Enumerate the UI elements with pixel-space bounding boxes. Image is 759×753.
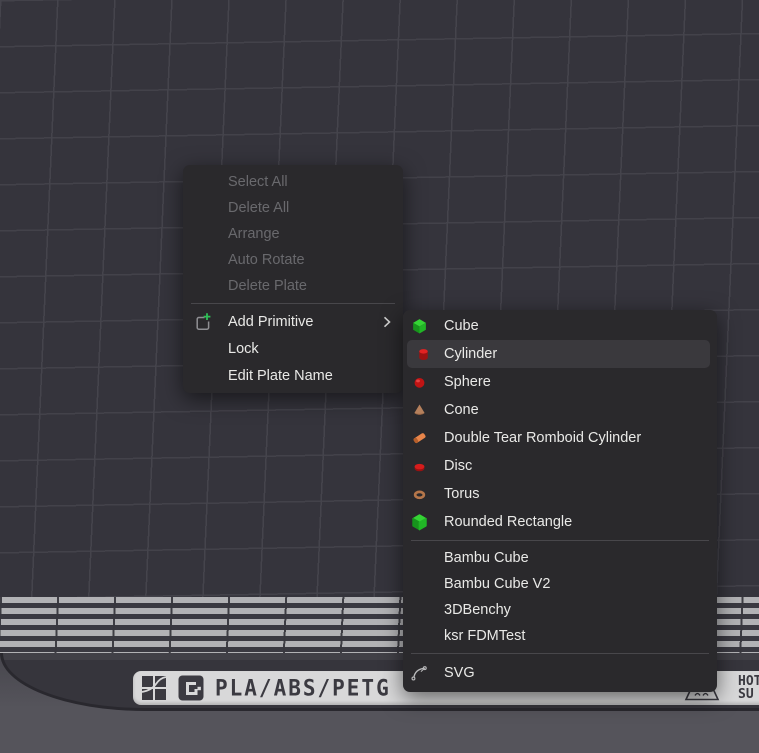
submenu-item-svg[interactable]: SVG <box>403 658 717 688</box>
menu-item-lock[interactable]: Lock <box>183 335 403 362</box>
torus-icon <box>411 486 428 503</box>
plate-g-badge-icon <box>178 675 204 701</box>
plate-context-menu: Select All Delete All Arrange Auto Rotat… <box>183 165 403 393</box>
submenu-item-rounded-rectangle[interactable]: Rounded Rectangle <box>403 508 717 536</box>
menu-item-delete-plate[interactable]: Delete Plate <box>183 273 403 299</box>
menu-item-auto-rotate[interactable]: Auto Rotate <box>183 247 403 273</box>
submenu-item-cylinder[interactable]: Cylinder <box>407 340 710 368</box>
submenu-item-torus[interactable]: Torus <box>403 480 717 508</box>
menu-item-edit-plate-name[interactable]: Edit Plate Name <box>183 362 403 389</box>
cube-icon <box>411 318 428 335</box>
sphere-icon <box>411 374 428 391</box>
submenu-item-cone[interactable]: Cone <box>403 396 717 424</box>
menu-separator <box>191 303 395 304</box>
submenu-item-bambu-cube-v2[interactable]: Bambu Cube V2 <box>403 571 717 597</box>
romboid-cylinder-icon <box>411 430 428 447</box>
submenu-item-sphere[interactable]: Sphere <box>403 368 717 396</box>
hot-surface-warning-text: HOT SU <box>738 675 759 701</box>
bambu-logo-icon <box>141 675 167 701</box>
menu-item-add-primitive[interactable]: Add Primitive <box>183 308 403 335</box>
cylinder-icon <box>415 346 432 363</box>
menu-item-select-all[interactable]: Select All <box>183 169 403 195</box>
submenu-separator <box>411 653 709 654</box>
svg-curve-icon <box>411 665 428 682</box>
submenu-item-3dbenchy[interactable]: 3DBenchy <box>403 597 717 623</box>
add-primitive-submenu: Cube Cylinder Sphere <box>403 310 717 692</box>
submenu-chevron-icon <box>383 315 391 328</box>
plate-name-label: PLA/ABS/PETG <box>215 676 391 701</box>
menu-item-arrange[interactable]: Arrange <box>183 221 403 247</box>
submenu-item-bambu-cube[interactable]: Bambu Cube <box>403 545 717 571</box>
disc-icon <box>411 458 428 475</box>
add-primitive-icon <box>192 312 212 332</box>
slicer-3d-viewport[interactable]: PLA/ABS/PETG HOT SU Select All Delete Al… <box>0 0 759 753</box>
submenu-item-double-tear-romboid-cylinder[interactable]: Double Tear Romboid Cylinder <box>403 424 717 452</box>
menu-item-delete-all[interactable]: Delete All <box>183 195 403 221</box>
submenu-separator <box>411 540 709 541</box>
submenu-item-ksr-fdmtest[interactable]: ksr FDMTest <box>403 623 717 649</box>
submenu-item-disc[interactable]: Disc <box>403 452 717 480</box>
submenu-item-cube[interactable]: Cube <box>403 312 717 340</box>
rounded-rectangle-icon <box>411 514 428 531</box>
cone-icon <box>411 402 428 419</box>
